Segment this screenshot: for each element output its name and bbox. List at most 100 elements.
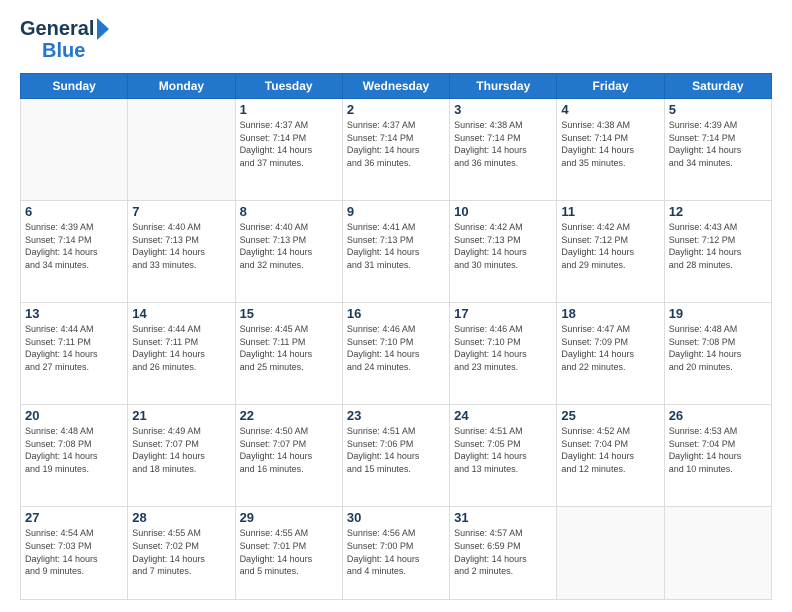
logo-arrow-icon <box>95 18 109 40</box>
day-number: 29 <box>240 510 338 525</box>
day-number: 26 <box>669 408 767 423</box>
day-info: Sunrise: 4:55 AMSunset: 7:01 PMDaylight:… <box>240 527 338 577</box>
day-cell: 12 Sunrise: 4:43 AMSunset: 7:12 PMDayligh… <box>664 201 771 303</box>
day-number: 22 <box>240 408 338 423</box>
day-number: 21 <box>132 408 230 423</box>
day-header-row: SundayMondayTuesdayWednesdayThursdayFrid… <box>21 74 772 99</box>
day-cell <box>128 99 235 201</box>
day-cell: 31Sunrise: 4:57 AMSunset: 6:59 PMDayligh… <box>450 507 557 600</box>
day-number: 19 <box>669 306 767 321</box>
day-number: 4 <box>561 102 659 117</box>
day-cell: 30 Sunrise: 4:56 AMSunset: 7:00 PMDayligh… <box>342 507 449 600</box>
day-number: 10 <box>454 204 552 219</box>
day-number: 6 <box>25 204 123 219</box>
day-number: 1 <box>240 102 338 117</box>
day-header-cell: Tuesday <box>235 74 342 99</box>
day-cell: 24Sunrise: 4:51 AMSunset: 7:05 PMDayligh… <box>450 405 557 507</box>
day-info: Sunrise: 4:54 AMSunset: 7:03 PMDaylight:… <box>25 527 123 577</box>
day-cell: 27 Sunrise: 4:54 AMSunset: 7:03 PMDayligh… <box>21 507 128 600</box>
day-info: Sunrise: 4:39 AMSunset: 7:14 PMDaylight:… <box>25 221 123 271</box>
day-info: Sunrise: 4:52 AMSunset: 7:04 PMDaylight:… <box>561 425 659 475</box>
day-info: Sunrise: 4:41 AMSunset: 7:13 PMDaylight:… <box>347 221 445 271</box>
day-info: Sunrise: 4:43 AMSunset: 7:12 PMDaylight:… <box>669 221 767 271</box>
logo-general: General <box>20 19 94 39</box>
calendar-body: 1 Sunrise: 4:37 AMSunset: 7:14 PMDaylight… <box>21 99 772 600</box>
day-cell: 2 Sunrise: 4:37 AMSunset: 7:14 PMDaylight… <box>342 99 449 201</box>
day-info: Sunrise: 4:44 AMSunset: 7:11 PMDaylight:… <box>132 323 230 373</box>
day-cell: 4 Sunrise: 4:38 AMSunset: 7:14 PMDaylight… <box>557 99 664 201</box>
day-number: 5 <box>669 102 767 117</box>
day-cell: 15 Sunrise: 4:45 AMSunset: 7:11 PMDayligh… <box>235 303 342 405</box>
day-info: Sunrise: 4:48 AMSunset: 7:08 PMDaylight:… <box>669 323 767 373</box>
day-number: 20 <box>25 408 123 423</box>
day-cell: 14 Sunrise: 4:44 AMSunset: 7:11 PMDayligh… <box>128 303 235 405</box>
day-number: 27 <box>25 510 123 525</box>
day-info: Sunrise: 4:37 AMSunset: 7:14 PMDaylight:… <box>240 119 338 169</box>
day-cell: 11Sunrise: 4:42 AMSunset: 7:12 PMDayligh… <box>557 201 664 303</box>
day-info: Sunrise: 4:42 AMSunset: 7:13 PMDaylight:… <box>454 221 552 271</box>
day-cell: 18 Sunrise: 4:47 AMSunset: 7:09 PMDayligh… <box>557 303 664 405</box>
header: General Blue <box>20 18 772 63</box>
day-cell: 9 Sunrise: 4:41 AMSunset: 7:13 PMDaylight… <box>342 201 449 303</box>
day-number: 17 <box>454 306 552 321</box>
day-header-cell: Wednesday <box>342 74 449 99</box>
day-info: Sunrise: 4:48 AMSunset: 7:08 PMDaylight:… <box>25 425 123 475</box>
calendar-week-row: 13 Sunrise: 4:44 AMSunset: 7:11 PMDayligh… <box>21 303 772 405</box>
day-cell: 10 Sunrise: 4:42 AMSunset: 7:13 PMDayligh… <box>450 201 557 303</box>
day-info: Sunrise: 4:45 AMSunset: 7:11 PMDaylight:… <box>240 323 338 373</box>
page: General Blue SundayMondayTuesdayWednesda… <box>0 0 792 612</box>
day-number: 15 <box>240 306 338 321</box>
calendar-table: SundayMondayTuesdayWednesdayThursdayFrid… <box>20 73 772 600</box>
day-number: 18 <box>561 306 659 321</box>
day-info: Sunrise: 4:50 AMSunset: 7:07 PMDaylight:… <box>240 425 338 475</box>
day-number: 28 <box>132 510 230 525</box>
day-cell: 3 Sunrise: 4:38 AMSunset: 7:14 PMDaylight… <box>450 99 557 201</box>
day-number: 12 <box>669 204 767 219</box>
calendar-week-row: 20 Sunrise: 4:48 AMSunset: 7:08 PMDayligh… <box>21 405 772 507</box>
day-number: 24 <box>454 408 552 423</box>
day-info: Sunrise: 4:57 AMSunset: 6:59 PMDaylight:… <box>454 527 552 577</box>
day-info: Sunrise: 4:56 AMSunset: 7:00 PMDaylight:… <box>347 527 445 577</box>
day-number: 23 <box>347 408 445 423</box>
day-cell: 19 Sunrise: 4:48 AMSunset: 7:08 PMDayligh… <box>664 303 771 405</box>
day-number: 30 <box>347 510 445 525</box>
day-cell: 13 Sunrise: 4:44 AMSunset: 7:11 PMDayligh… <box>21 303 128 405</box>
calendar-week-row: 6 Sunrise: 4:39 AMSunset: 7:14 PMDaylight… <box>21 201 772 303</box>
day-info: Sunrise: 4:38 AMSunset: 7:14 PMDaylight:… <box>561 119 659 169</box>
day-cell: 22 Sunrise: 4:50 AMSunset: 7:07 PMDayligh… <box>235 405 342 507</box>
day-info: Sunrise: 4:46 AMSunset: 7:10 PMDaylight:… <box>347 323 445 373</box>
day-info: Sunrise: 4:40 AMSunset: 7:13 PMDaylight:… <box>240 221 338 271</box>
day-cell: 1 Sunrise: 4:37 AMSunset: 7:14 PMDaylight… <box>235 99 342 201</box>
day-number: 2 <box>347 102 445 117</box>
day-info: Sunrise: 4:55 AMSunset: 7:02 PMDaylight:… <box>132 527 230 577</box>
day-number: 25 <box>561 408 659 423</box>
day-number: 13 <box>25 306 123 321</box>
calendar-week-row: 27 Sunrise: 4:54 AMSunset: 7:03 PMDayligh… <box>21 507 772 600</box>
day-number: 7 <box>132 204 230 219</box>
day-cell: 26 Sunrise: 4:53 AMSunset: 7:04 PMDayligh… <box>664 405 771 507</box>
day-info: Sunrise: 4:53 AMSunset: 7:04 PMDaylight:… <box>669 425 767 475</box>
day-info: Sunrise: 4:40 AMSunset: 7:13 PMDaylight:… <box>132 221 230 271</box>
day-number: 9 <box>347 204 445 219</box>
day-cell <box>21 99 128 201</box>
day-cell: 29 Sunrise: 4:55 AMSunset: 7:01 PMDayligh… <box>235 507 342 600</box>
day-cell: 7 Sunrise: 4:40 AMSunset: 7:13 PMDaylight… <box>128 201 235 303</box>
day-number: 14 <box>132 306 230 321</box>
day-cell: 23 Sunrise: 4:51 AMSunset: 7:06 PMDayligh… <box>342 405 449 507</box>
day-cell: 6 Sunrise: 4:39 AMSunset: 7:14 PMDaylight… <box>21 201 128 303</box>
day-info: Sunrise: 4:39 AMSunset: 7:14 PMDaylight:… <box>669 119 767 169</box>
day-header-cell: Friday <box>557 74 664 99</box>
logo-blue: Blue <box>42 40 85 63</box>
day-info: Sunrise: 4:44 AMSunset: 7:11 PMDaylight:… <box>25 323 123 373</box>
day-info: Sunrise: 4:51 AMSunset: 7:06 PMDaylight:… <box>347 425 445 475</box>
day-info: Sunrise: 4:37 AMSunset: 7:14 PMDaylight:… <box>347 119 445 169</box>
day-number: 11 <box>561 204 659 219</box>
day-header-cell: Thursday <box>450 74 557 99</box>
day-cell: 28 Sunrise: 4:55 AMSunset: 7:02 PMDayligh… <box>128 507 235 600</box>
day-number: 16 <box>347 306 445 321</box>
day-cell: 17Sunrise: 4:46 AMSunset: 7:10 PMDayligh… <box>450 303 557 405</box>
day-info: Sunrise: 4:38 AMSunset: 7:14 PMDaylight:… <box>454 119 552 169</box>
day-number: 3 <box>454 102 552 117</box>
day-info: Sunrise: 4:47 AMSunset: 7:09 PMDaylight:… <box>561 323 659 373</box>
day-number: 8 <box>240 204 338 219</box>
